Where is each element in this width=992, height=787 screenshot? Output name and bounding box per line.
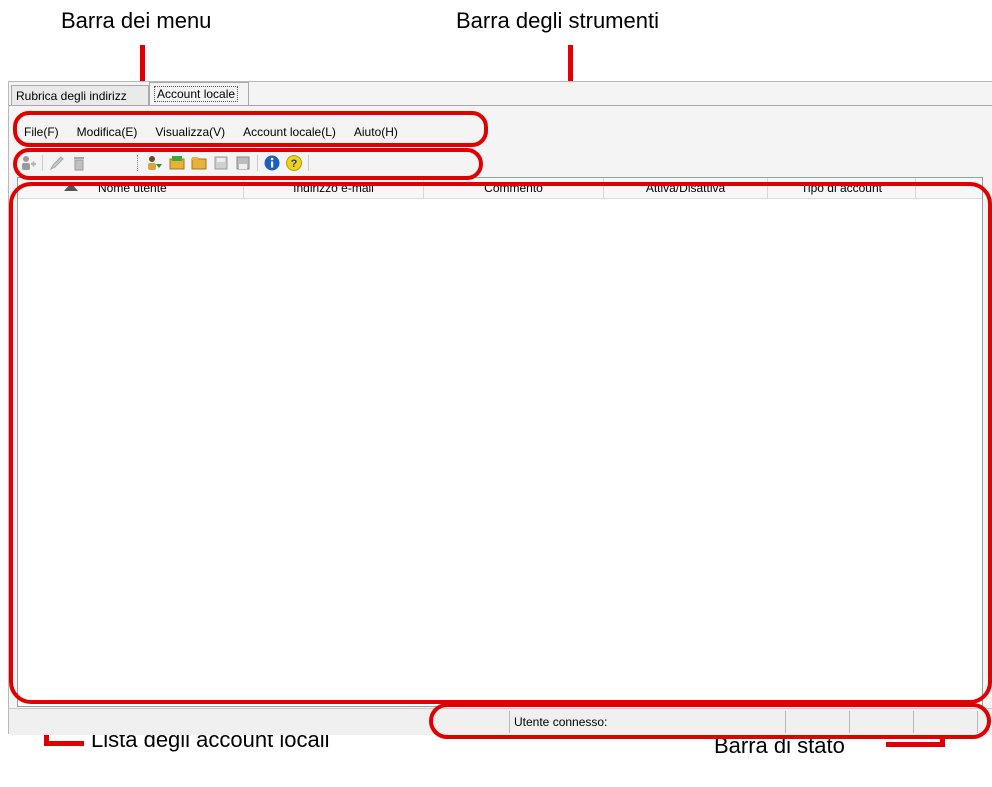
column-header-comment[interactable]: Commento: [424, 178, 604, 198]
connector-list-h: [44, 741, 84, 746]
tab-strip: Rubrica degli indirizz Account locale: [9, 82, 992, 106]
status-connected-user: Utente connesso:: [509, 711, 785, 733]
column-header-enabled[interactable]: Attiva/Disattiva: [604, 178, 768, 198]
callout-toolbar: Barra degli strumenti: [456, 8, 659, 33]
edit-icon[interactable]: [48, 154, 66, 172]
callout-menu-bar: Barra dei menu: [61, 8, 212, 33]
svg-text:?: ?: [291, 158, 298, 170]
tab-local-account-label: Account locale: [154, 86, 239, 102]
list-header: Nome utente Indirizzo e-mail Commento At…: [18, 178, 982, 199]
menu-file[interactable]: File(F): [15, 120, 68, 144]
connector-status-h: [886, 742, 945, 747]
menu-edit[interactable]: Modifica(E): [68, 120, 147, 144]
toolbar: ?: [17, 152, 312, 174]
column-header-sort[interactable]: [18, 178, 55, 198]
menu-help[interactable]: Aiuto(H): [345, 120, 407, 144]
help-icon[interactable]: ?: [285, 154, 303, 172]
delete-icon[interactable]: [70, 154, 88, 172]
app-window: Rubrica degli indirizz Account locale Fi…: [8, 81, 992, 735]
save-icon[interactable]: [234, 154, 252, 172]
column-header-email[interactable]: Indirizzo e-mail: [244, 178, 424, 198]
column-header-username[interactable]: Nome utente: [55, 178, 244, 198]
status-cell: [913, 711, 977, 733]
tab-local-account[interactable]: Account locale: [149, 82, 249, 106]
status-cell: [849, 711, 913, 733]
save-disabled-icon[interactable]: [212, 154, 230, 172]
info-icon[interactable]: [263, 154, 281, 172]
menu-bar: File(F) Modifica(E) Visualizza(V) Accoun…: [15, 120, 407, 144]
menu-local-account[interactable]: Account locale(L): [234, 120, 345, 144]
status-cell: [785, 711, 849, 733]
add-user-icon[interactable]: [19, 154, 37, 172]
folder-green-icon[interactable]: [168, 154, 186, 172]
tab-address-book[interactable]: Rubrica degli indirizz: [11, 85, 149, 105]
resize-grip[interactable]: [977, 711, 992, 733]
import-user-icon[interactable]: [146, 154, 164, 172]
callout-status-bar: Barra di stato: [714, 733, 845, 758]
menu-view[interactable]: Visualizza(V): [146, 120, 234, 144]
column-header-account-type[interactable]: Tipo di account: [768, 178, 916, 198]
account-list[interactable]: Nome utente Indirizzo e-mail Commento At…: [17, 177, 983, 707]
folder-icon[interactable]: [190, 154, 208, 172]
status-bar: Utente connesso:: [9, 708, 992, 735]
